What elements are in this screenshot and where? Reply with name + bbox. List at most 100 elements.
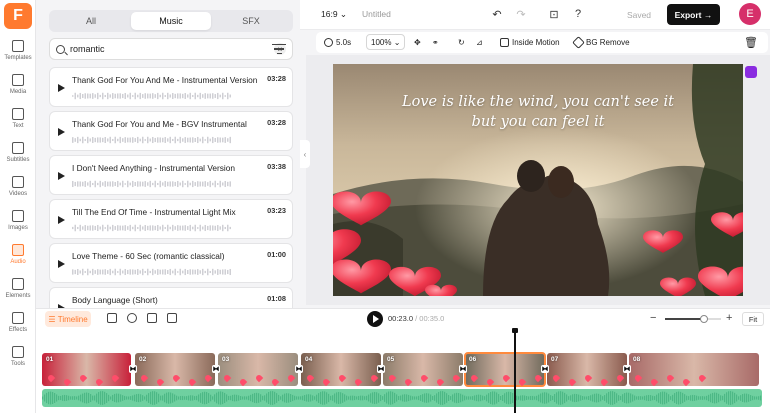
app-logo[interactable]: F	[4, 3, 32, 29]
collapse-panel-handle[interactable]: ‹	[300, 140, 310, 168]
duplicate-icon[interactable]	[147, 313, 157, 323]
rail-item-images[interactable]: Images	[0, 210, 36, 240]
track-waveform	[72, 92, 231, 100]
transition-icon[interactable]: ⧓	[623, 365, 631, 373]
screenshot-icon[interactable]: ⊡	[548, 8, 560, 21]
fit-button[interactable]: Fit	[742, 312, 764, 326]
duration-control[interactable]: 5.0s	[324, 32, 351, 53]
quote-text[interactable]: Love is like the wind, you can't see it …	[333, 92, 743, 132]
transition-icon[interactable]: ⧓	[377, 365, 385, 373]
transition-icon[interactable]: ⧓	[129, 365, 137, 373]
play-icon[interactable]	[58, 128, 65, 136]
timeline-clip[interactable]: 01	[42, 353, 131, 386]
timeline-clip[interactable]: 06	[464, 352, 546, 387]
filter-tool-icon[interactable]: ⚭	[432, 32, 439, 53]
clip-number: 06	[469, 356, 477, 363]
clip-heart	[94, 377, 104, 386]
transition-icon[interactable]: ⧓	[459, 365, 467, 373]
transition-icon[interactable]: ⧓	[541, 365, 549, 373]
transition-icon[interactable]: ⧓	[295, 365, 303, 373]
track-waveform	[72, 268, 231, 276]
timeline-clip[interactable]: 03	[218, 353, 298, 386]
clip-heart	[203, 373, 213, 383]
timeline-clip[interactable]: 04	[301, 353, 381, 386]
flip-icon[interactable]: ⊿	[476, 32, 483, 53]
clip-heart	[187, 377, 197, 386]
timeline-clip[interactable]: 02	[135, 353, 215, 386]
play-icon[interactable]	[58, 172, 65, 180]
clip-heart	[305, 373, 315, 383]
clip-heart	[46, 373, 56, 383]
timeline-clip[interactable]: 08	[629, 353, 759, 386]
music-track-item[interactable]: Thank God For You and Me - BGV Instrumen…	[49, 111, 293, 151]
timeline-toggle-button[interactable]: ☰ Timeline	[45, 311, 91, 327]
tab-sfx[interactable]: SFX	[211, 12, 291, 30]
media-tabs: All Music SFX	[49, 10, 293, 32]
music-track-item[interactable]: I Don't Need Anything - Instrumental Ver…	[49, 155, 293, 195]
zoom-slider-knob[interactable]	[700, 315, 709, 323]
bg-remove-button[interactable]: BG Remove	[572, 32, 630, 53]
play-icon[interactable]	[58, 84, 65, 92]
saved-status: Saved	[626, 10, 652, 20]
playhead[interactable]	[514, 330, 516, 413]
delete-icon[interactable]: 🗑	[744, 32, 758, 53]
play-icon[interactable]	[58, 216, 65, 224]
edit-toolbar: 5.0s 100% ⌄ ✥ ⚭ ↻ ⊿ Inside Motion BG Rem…	[316, 32, 768, 53]
track-duration: 03:23	[267, 206, 286, 215]
undo-icon[interactable]: ↶	[491, 8, 503, 21]
clip-heart	[517, 377, 527, 386]
rail-item-effects[interactable]: Effects	[0, 312, 36, 342]
clip-heart	[171, 373, 181, 383]
zoom-out-icon[interactable]: −	[650, 312, 656, 324]
clip-number: 05	[387, 356, 395, 363]
timeline-clip[interactable]: 07	[547, 353, 627, 386]
effects-tool-icon[interactable]: ✥	[414, 32, 421, 53]
transition-icon[interactable]: ⧓	[212, 365, 220, 373]
timeline-zoom-slider[interactable]	[665, 315, 721, 323]
music-track-item[interactable]: Till The End Of Time - Instrumental Ligh…	[49, 199, 293, 239]
export-button[interactable]: Export →	[667, 4, 720, 25]
clip-heart	[599, 377, 609, 386]
zoom-select[interactable]: 100% ⌄	[366, 34, 406, 50]
timeline-clip[interactable]: 05	[383, 353, 463, 386]
play-icon[interactable]	[58, 260, 65, 268]
rail-item-elements[interactable]: Elements	[0, 278, 36, 308]
redo-icon[interactable]: ↷	[515, 8, 527, 21]
play-button[interactable]	[367, 311, 383, 327]
rail-item-subtitles[interactable]: Subtitles	[0, 142, 36, 172]
rail-item-audio[interactable]: Audio	[0, 244, 36, 274]
aspect-ratio-select[interactable]: 16:9 ⌄	[321, 9, 347, 20]
help-icon[interactable]: ?	[572, 8, 584, 20]
trash-icon[interactable]	[167, 313, 177, 323]
rotate-icon[interactable]: ↻	[458, 32, 465, 53]
ai-assistant-icon[interactable]	[745, 66, 757, 78]
rail-item-label: Templates	[4, 55, 32, 61]
audio-track[interactable]	[42, 389, 762, 407]
rail-item-templates[interactable]: Templates	[0, 40, 36, 70]
clip-heart	[681, 377, 691, 386]
filter-icon[interactable]	[272, 44, 286, 54]
clip-heart	[110, 373, 120, 383]
zoom-in-icon[interactable]: +	[726, 312, 732, 324]
rail-item-text[interactable]: Text	[0, 108, 36, 138]
top-bar: 16:9 ⌄ Untitled ↶ ↷ ⊡ ? Saved Export → E	[300, 0, 770, 30]
project-title[interactable]: Untitled	[362, 9, 391, 19]
clip-heart	[697, 373, 707, 383]
avatar[interactable]: E	[739, 3, 761, 25]
tab-music[interactable]: Music	[131, 12, 211, 30]
add-clip-icon[interactable]	[107, 313, 117, 323]
rail-item-label: Media	[9, 89, 27, 95]
rail-item-media[interactable]: Media	[0, 74, 36, 104]
music-track-item[interactable]: Thank God For You And Me - Instrumental …	[49, 67, 293, 107]
rail-item-videos[interactable]: Videos	[0, 176, 36, 206]
inside-motion-button[interactable]: Inside Motion	[500, 32, 560, 53]
video-preview[interactable]: Love is like the wind, you can't see it …	[333, 64, 743, 296]
clip-heart	[649, 377, 659, 386]
music-track-item[interactable]: Love Theme - 60 Sec (romantic classical)…	[49, 243, 293, 283]
tab-all[interactable]: All	[51, 12, 131, 30]
split-icon[interactable]	[127, 313, 137, 323]
rail-item-tools[interactable]: Tools	[0, 346, 36, 376]
search-input[interactable]	[70, 44, 274, 54]
clip-heart	[403, 377, 413, 386]
rail-item-label: Tools	[10, 361, 25, 367]
